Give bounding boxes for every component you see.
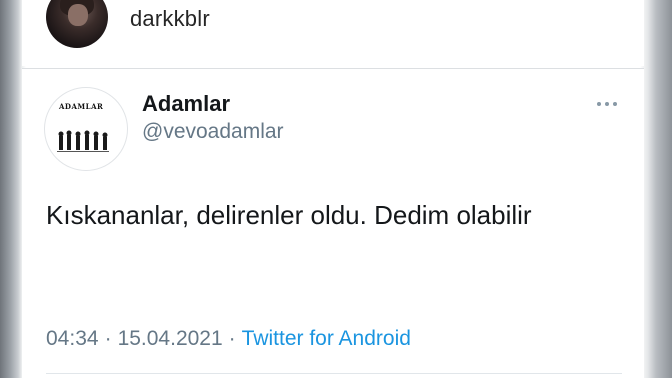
tweet-handle[interactable]: @vevoadamlar <box>142 120 284 144</box>
post-username[interactable]: darkkblr <box>130 6 210 32</box>
meta-separator: · <box>104 327 112 350</box>
tweet-time[interactable]: 04:34 <box>46 327 99 350</box>
post-author-avatar[interactable] <box>46 0 108 48</box>
tweet-meta: 04:34 · 15.04.2021 · Twitter for Android <box>46 327 411 351</box>
meta-separator: · <box>228 327 236 350</box>
more-options-button[interactable] <box>594 97 624 111</box>
more-horizontal-icon <box>597 102 617 106</box>
screenshot-stage: darkkblr ADAMLAR Adamlar @vevoadamlar Kı… <box>0 0 672 378</box>
post-header: darkkblr <box>22 0 644 66</box>
avatar-face-shape <box>68 4 88 26</box>
tweet-text: Kıskananlar, delirenler oldu. Dedim olab… <box>46 200 532 230</box>
tweet-author-avatar[interactable]: ADAMLAR <box>44 87 128 171</box>
tweet-date[interactable]: 15.04.2021 <box>118 327 223 350</box>
tweet-card: ADAMLAR Adamlar @vevoadamlar Kıskananlar… <box>22 68 644 378</box>
tweet-source-link[interactable]: Twitter for Android <box>242 327 411 350</box>
band-silhouette-icon <box>57 130 109 152</box>
divider <box>46 373 622 374</box>
tweet-display-name[interactable]: Adamlar <box>142 91 230 117</box>
